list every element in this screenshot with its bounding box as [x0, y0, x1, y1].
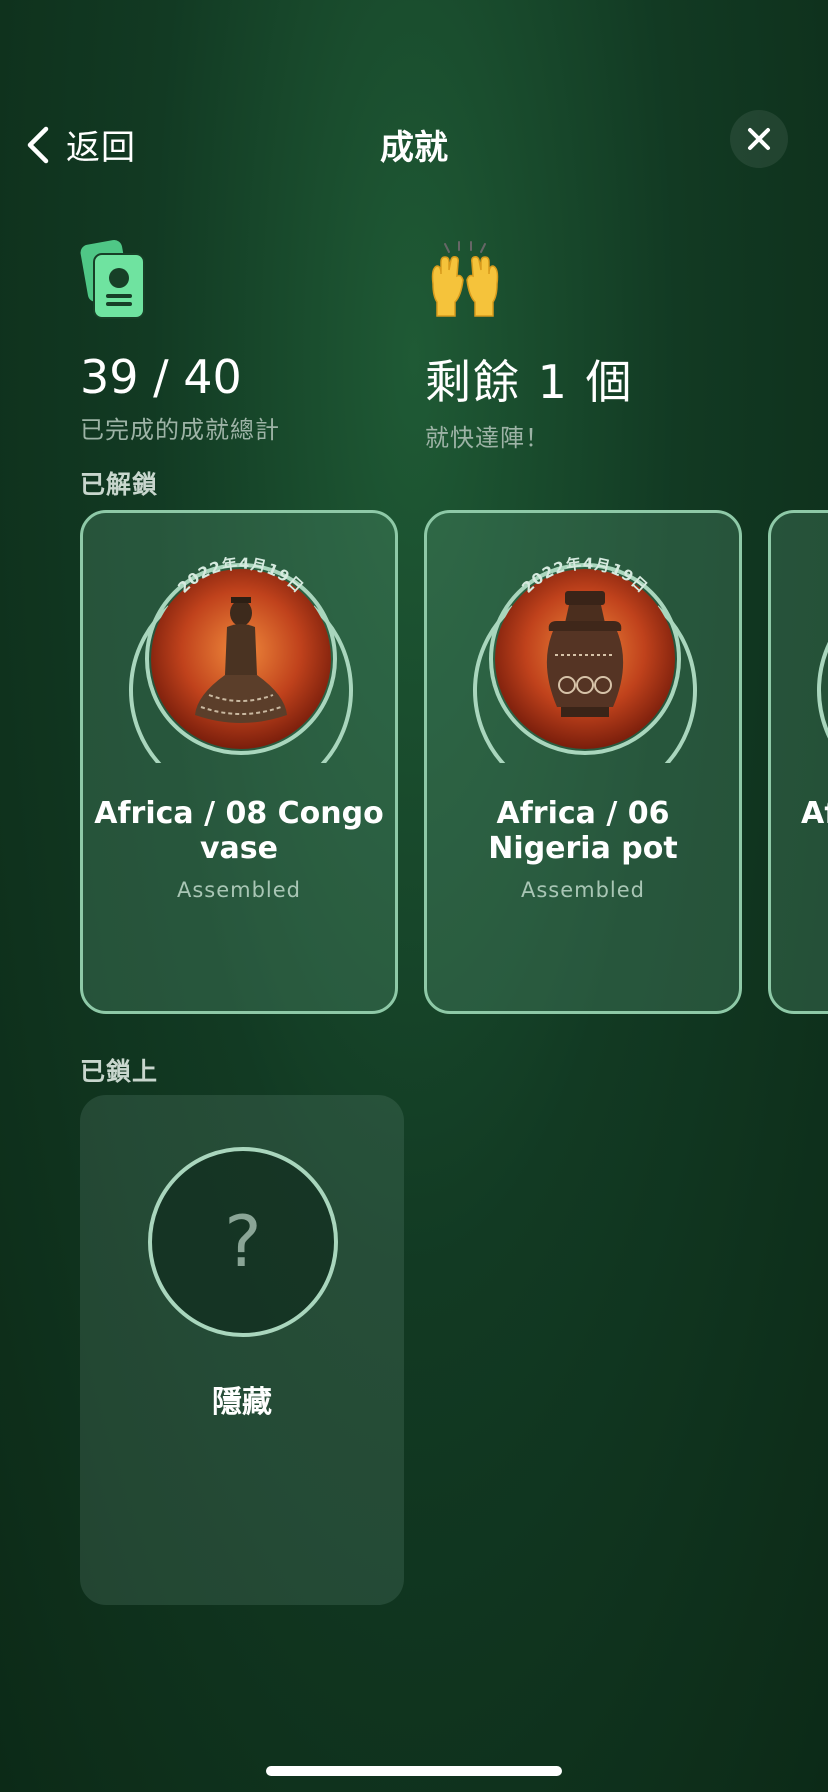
remaining-count: 剩餘 1 個 [425, 355, 634, 409]
hidden-badge: ? [148, 1147, 338, 1337]
achievement-status: Assembled [176, 878, 302, 902]
achievement-name: Af [801, 796, 828, 831]
completed-caption: 已完成的成就總計 [80, 416, 280, 444]
achievement-stats: 39 / 40 已完成的成就總計 剩餘 1 個 就快達陣！ [80, 240, 780, 452]
completed-count: 39 / 40 [80, 350, 242, 404]
raised-hands-icon [431, 241, 499, 317]
achievement-name: Africa / 06 Nigeria pot [488, 796, 678, 866]
locked-achievement-card[interactable]: ? 隱藏 [80, 1095, 404, 1605]
achievement-cards-icon [80, 240, 145, 319]
achievement-card[interactable]: Af [768, 510, 828, 1014]
page-title: 成就 [380, 128, 448, 168]
achievement-badge: 2022年4月19日 [129, 554, 353, 763]
completed-stat: 39 / 40 已完成的成就總計 [80, 240, 280, 445]
achievement-card[interactable]: 2022年4月19日 Africa / 06 Nigeria pot Assem… [424, 510, 742, 1014]
achievement-badge: 2022年4月19日 [473, 554, 697, 763]
navigation-bar: 返回 成就 [0, 110, 828, 170]
achievement-card[interactable]: 2022年4月19日 Africa / 08 Congo vase Assemb… [80, 510, 398, 1014]
locked-heading: 已鎖上 [80, 1057, 159, 1086]
achievement-badge [817, 641, 828, 739]
close-icon [748, 128, 770, 150]
achievement-status: Assembled [520, 878, 646, 902]
unlocked-heading: 已解鎖 [80, 470, 159, 499]
unlocked-carousel[interactable]: 2022年4月19日 Africa / 08 Congo vase Assemb… [80, 510, 828, 1020]
remaining-stat: 剩餘 1 個 就快達陣！ [425, 240, 634, 453]
question-mark-icon: ? [224, 1201, 262, 1283]
close-button[interactable] [730, 110, 788, 168]
hidden-label: 隱藏 [212, 1385, 272, 1420]
remaining-caption: 就快達陣！ [425, 424, 550, 452]
home-indicator[interactable] [266, 1766, 562, 1776]
achievement-name: Africa / 08 Congo vase [94, 796, 384, 866]
